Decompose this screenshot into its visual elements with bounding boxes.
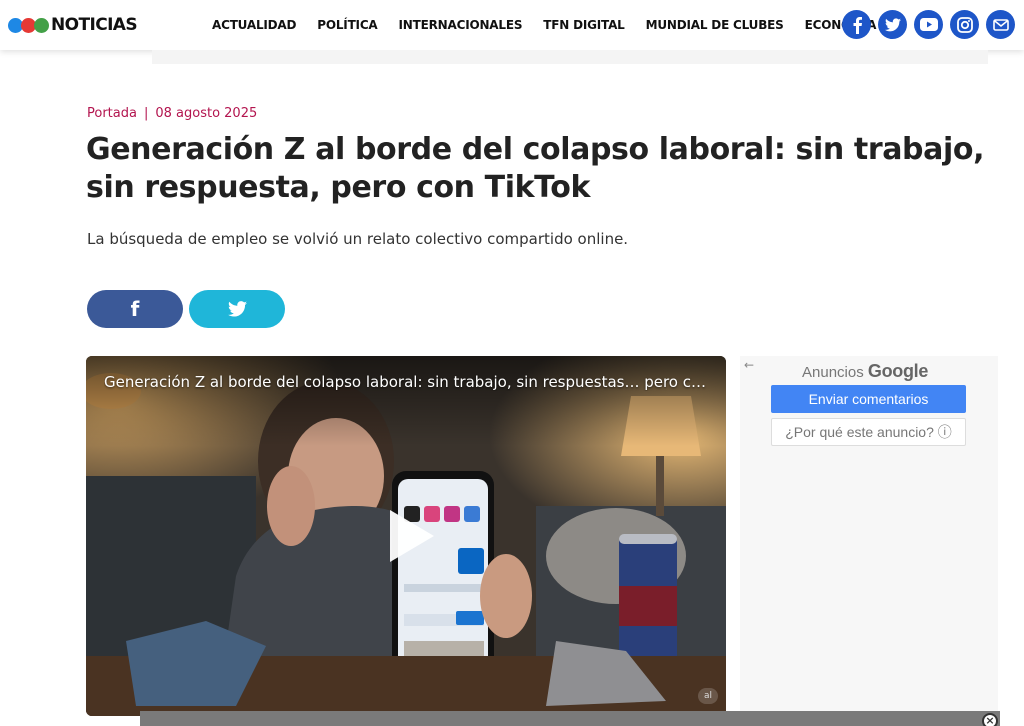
send-feedback-button[interactable]: Enviar comentarios xyxy=(771,385,966,413)
google-logo: Google xyxy=(867,361,929,381)
instagram-icon[interactable] xyxy=(950,10,979,39)
ad-ribbon xyxy=(152,50,988,64)
video-title: Generación Z al borde del colapso labora… xyxy=(104,373,706,391)
ad-header: Anuncios Google xyxy=(802,361,928,382)
twitter-icon[interactable] xyxy=(878,10,907,39)
article-date: 08 agosto 2025 xyxy=(155,106,258,121)
logo-text: NOTICIAS xyxy=(51,15,138,35)
top-navigation-bar: NOTICIAS ACTUALIDAD POLÍTICA INTERNACION… xyxy=(0,0,1024,50)
twitter-icon xyxy=(227,301,247,317)
article-title: Generación Z al borde del colapso labora… xyxy=(86,132,985,205)
video-player[interactable]: Generación Z al borde del colapso labora… xyxy=(86,356,726,716)
main-nav: ACTUALIDAD POLÍTICA INTERNACIONALES TFN … xyxy=(212,0,897,50)
close-icon[interactable]: × xyxy=(982,713,998,726)
share-twitter-button[interactable] xyxy=(189,290,285,328)
social-links xyxy=(842,10,1022,39)
nav-item-mundial-de-clubes[interactable]: MUNDIAL DE CLUBES xyxy=(646,18,784,32)
mail-icon[interactable] xyxy=(986,10,1015,39)
nav-item-actualidad[interactable]: ACTUALIDAD xyxy=(212,18,296,32)
sticky-ad-bar xyxy=(140,711,1000,726)
play-icon[interactable] xyxy=(382,506,442,566)
ad-label: Anuncios xyxy=(802,364,864,381)
ad-panel: ← Anuncios Google Enviar comentarios ¿Po… xyxy=(740,356,998,716)
why-this-ad-button[interactable]: ¿Por qué este anuncio? ⓘ xyxy=(771,418,966,446)
facebook-share-label: f xyxy=(130,297,140,321)
breadcrumb-section[interactable]: Portada xyxy=(87,106,137,121)
back-arrow-icon[interactable]: ← xyxy=(744,358,754,372)
nav-item-tfn-digital[interactable]: TFN DIGITAL xyxy=(543,18,625,32)
breadcrumb-separator: | xyxy=(143,106,149,121)
article-subtitle: La búsqueda de empleo se volvió un relat… xyxy=(87,230,629,248)
logo-dot-green xyxy=(34,17,49,33)
youtube-icon[interactable] xyxy=(914,10,943,39)
share-facebook-button[interactable]: f xyxy=(87,290,183,328)
nav-item-politica[interactable]: POLÍTICA xyxy=(317,18,377,32)
video-badge: al xyxy=(698,688,718,704)
nav-item-internacionales[interactable]: INTERNACIONALES xyxy=(399,18,523,32)
site-logo[interactable]: NOTICIAS xyxy=(8,14,138,36)
breadcrumb: Portada | 08 agosto 2025 xyxy=(87,106,257,121)
facebook-icon[interactable] xyxy=(842,10,871,39)
